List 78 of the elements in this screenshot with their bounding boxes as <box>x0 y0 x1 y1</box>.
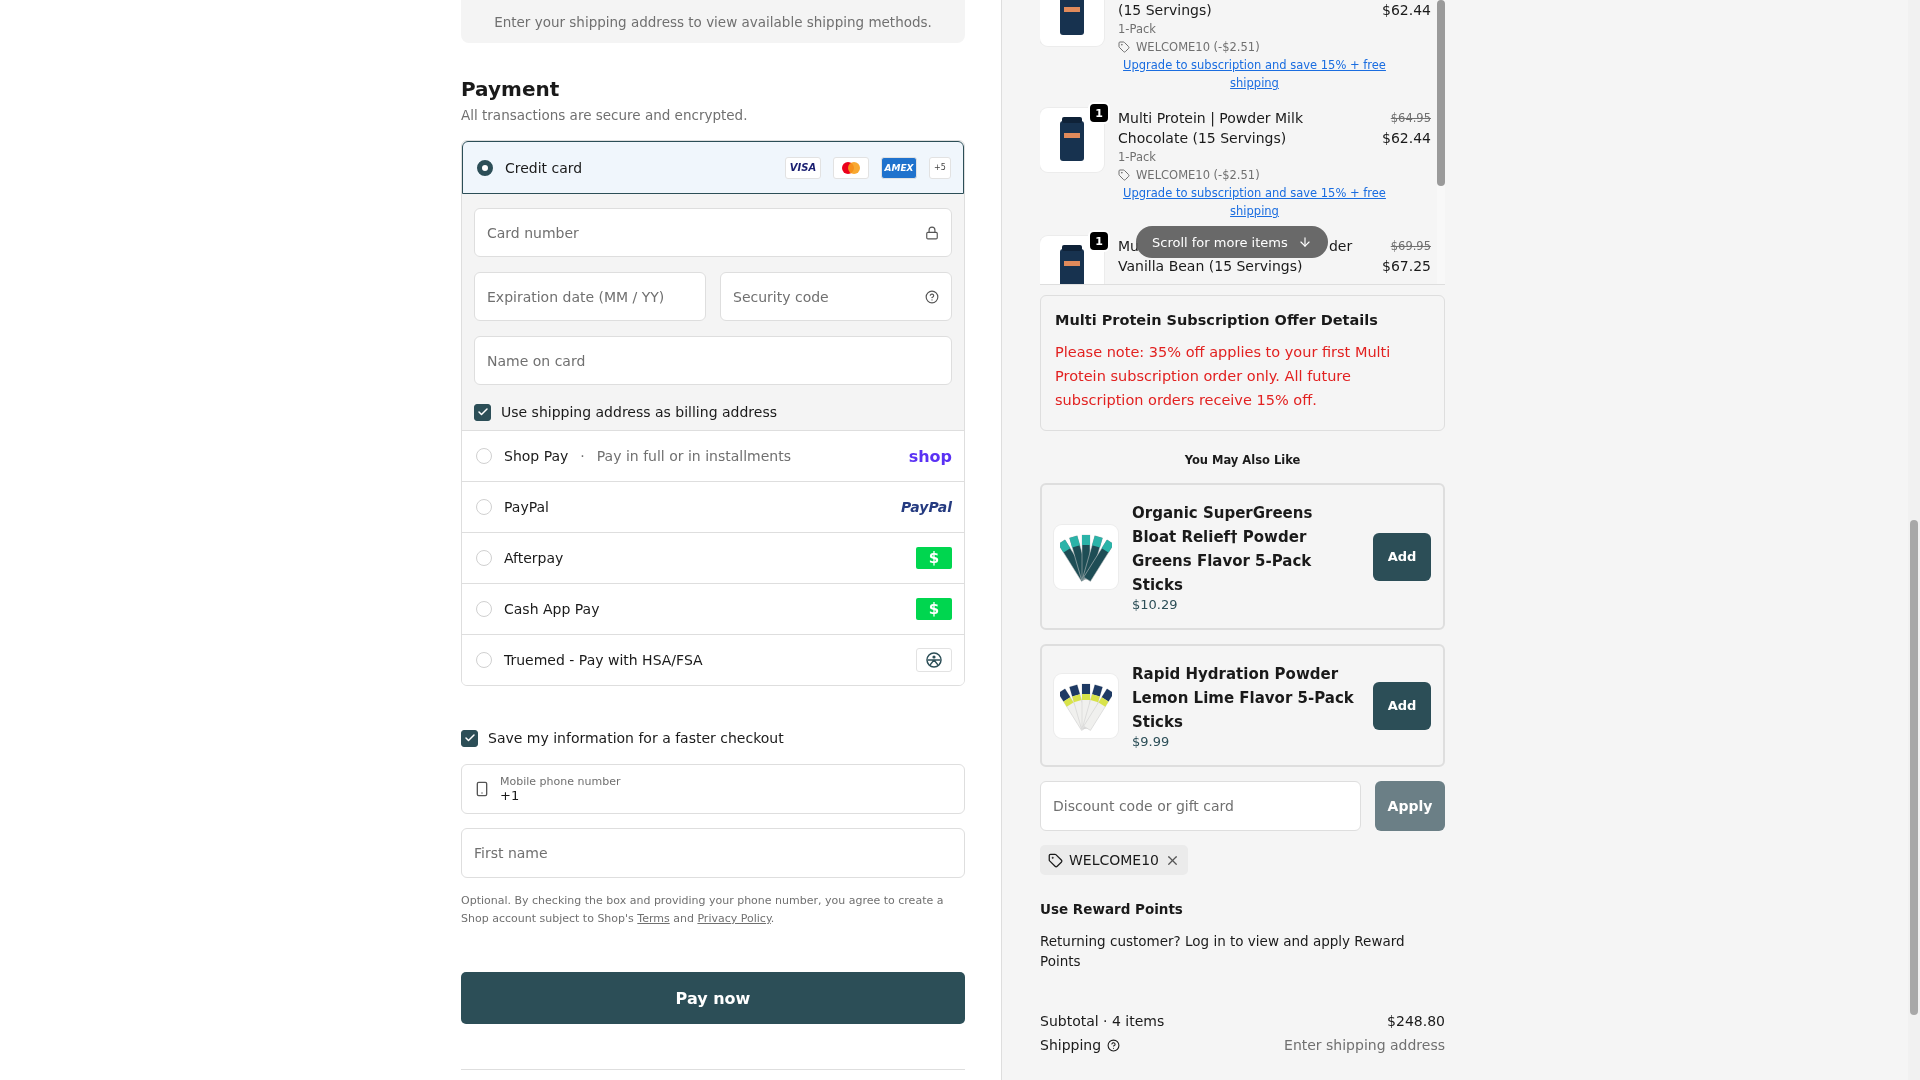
jar-drawing <box>1058 0 1086 37</box>
billing-checkbox-label: Use shipping address as billing address <box>501 404 777 420</box>
upsell-product-name: Organic SuperGreens Bloat Relief† Powder Greens Flavor 5-Pack Sticks <box>1132 503 1314 596</box>
jar-drawing <box>1058 117 1086 163</box>
discount-label: WELCOME10 (-$2.51) <box>1136 167 1260 184</box>
item-price: $67.25 <box>1382 257 1431 276</box>
original-price: $69.95 <box>1390 238 1431 255</box>
summary-value: Enter shipping address <box>1284 1037 1445 1053</box>
save-info-label: Save my information for a faster checkout <box>488 730 784 746</box>
paypal-logo: PayPal <box>900 499 952 515</box>
tag-icon <box>1048 852 1063 868</box>
product-title: der <box>1328 237 1353 256</box>
shop-logo: shop <box>908 446 952 466</box>
checkbox[interactable] <box>474 403 491 421</box>
jar-drawing <box>1058 245 1086 284</box>
visa-logo: VISA <box>785 156 821 179</box>
offer-note: Please note: 35% off applies to your first Multi Protein subscription order only. All future subscription orders receive 15% off. <box>1055 343 1392 410</box>
lock-icon <box>925 225 939 240</box>
tag-icon <box>1118 41 1130 53</box>
privacy-policy-link[interactable]: Privacy Policy <box>697 912 771 925</box>
help-icon <box>925 289 939 304</box>
truemed-logo <box>926 652 942 668</box>
mastercard-logo <box>833 156 869 179</box>
credit-card-option[interactable]: Credit card VISA AMEX +5 <box>462 141 964 194</box>
dollar-logo: $ <box>916 598 952 620</box>
amex-logo: AMEX <box>881 156 917 179</box>
help-icon <box>1107 1038 1121 1052</box>
variant-label: 1-Pack <box>1118 21 1157 38</box>
summary-value: $248.80 <box>1387 1013 1445 1029</box>
terms-link[interactable]: Terms <box>637 912 670 925</box>
payment-title: Payment <box>461 77 561 101</box>
method-note: Pay in full or in installments <box>596 448 791 464</box>
summary-label: Subtotal · 4 items <box>1040 1013 1165 1029</box>
product-title: Mu <box>1118 237 1139 256</box>
quantity-badge: 1 <box>1088 230 1110 252</box>
pay-now-button[interactable]: Pay now <box>461 972 965 1024</box>
name-on-card-field[interactable]: Name on card <box>474 336 952 385</box>
product-title: (15 Servings) <box>1118 1 1212 20</box>
first-name-field[interactable]: First name <box>461 828 965 878</box>
add-button[interactable]: Add <box>1373 681 1431 730</box>
payment-method-option[interactable]: Truemed - Pay with HSA/FSA <box>462 634 964 685</box>
summary-label: Shipping <box>1040 1037 1102 1053</box>
offer-title: Multi Protein Subscription Offer Details <box>1055 312 1379 328</box>
phone-field[interactable]: Mobile phone number +1 <box>461 764 965 814</box>
quantity-badge: 1 <box>1088 102 1110 124</box>
upgrade-link[interactable]: Upgrade to subscription and save 15% + free shipping <box>1118 56 1431 92</box>
upsell-price: $10.29 <box>1132 597 1179 612</box>
item-price: $62.44 <box>1382 129 1431 148</box>
expiration-field[interactable]: Expiration date (MM / YY) <box>474 272 706 321</box>
shipping-notice: Enter your shipping address to view available shipping methods. <box>461 0 965 43</box>
page-scrollbar[interactable] <box>1908 0 1920 1080</box>
rewards-text: Returning customer? Log in to view and apply Reward Points <box>1040 932 1406 971</box>
radio-button[interactable] <box>477 159 493 176</box>
more-brands-badge: +5 <box>929 156 951 179</box>
product-title: Multi Protein | Powder Milk Chocolate (15 Servings) <box>1118 109 1304 148</box>
upsell-price: $9.99 <box>1132 734 1171 749</box>
separator-dot: · <box>580 448 585 464</box>
upsell-product-name: Rapid Hydration Powder Lemon Lime Flavor 5-Pack Sticks <box>1132 664 1355 733</box>
dollar-logo: $ <box>916 547 952 569</box>
phone-icon <box>474 781 490 797</box>
legal-text: Optional. By checking the box and providing your phone number, you agree to create a Shop account subject to Shop's Terms and Privacy Policy. <box>461 893 945 927</box>
checkbox[interactable] <box>461 729 478 747</box>
original-price: $64.95 <box>1390 110 1431 127</box>
discount-label: WELCOME10 (-$2.51) <box>1136 39 1260 56</box>
tag-icon <box>1118 169 1130 181</box>
checkmark-icon <box>476 406 489 418</box>
add-button[interactable]: Add <box>1373 532 1431 581</box>
upsell-title: You May Also Like <box>1183 453 1302 467</box>
payment-subtitle: All transactions are secure and encrypted. <box>461 107 749 123</box>
security-code-field[interactable]: Security code <box>720 272 952 321</box>
variant-label: 1-Pack <box>1118 149 1157 166</box>
upgrade-link[interactable]: Upgrade to subscription and save 15% + free shipping <box>1118 184 1431 220</box>
checkmark-icon <box>463 732 476 744</box>
product-title: Vanilla Bean (15 Servings) <box>1118 258 1303 274</box>
discount-code: WELCOME10 <box>1069 852 1160 868</box>
item-price: $62.44 <box>1382 1 1431 20</box>
card-number-field[interactable]: Card number <box>474 208 952 257</box>
rewards-title: Use Reward Points <box>1040 901 1184 917</box>
